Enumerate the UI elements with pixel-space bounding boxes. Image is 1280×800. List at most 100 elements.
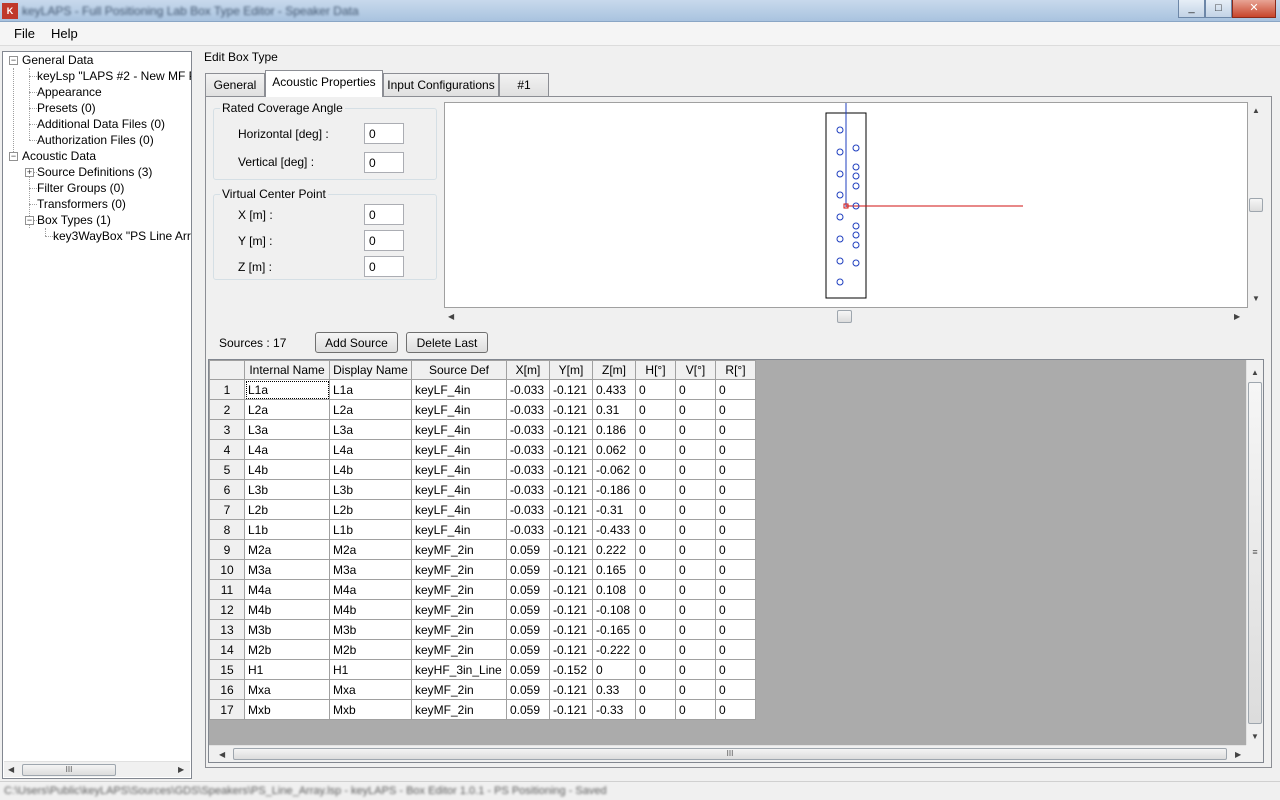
grid-cell[interactable]: keyLF_4in bbox=[411, 479, 507, 500]
scroll-left-icon[interactable]: ◀ bbox=[8, 765, 14, 774]
grid-cell[interactable]: 0 bbox=[635, 659, 676, 680]
grid-cell[interactable]: 0 bbox=[715, 579, 756, 600]
grid-cell[interactable]: 0 bbox=[675, 439, 716, 460]
grid-cell[interactable]: 0.31 bbox=[592, 399, 636, 420]
table-row[interactable]: 1 L1a L1a keyLF_4in -0.033 -0.121 0.433 0 0 0 bbox=[209, 379, 756, 400]
tab-acoustic-properties[interactable]: Acoustic Properties bbox=[265, 70, 383, 97]
grid-cell[interactable]: 0.33 bbox=[592, 679, 636, 700]
grid-cell[interactable]: 0 bbox=[715, 519, 756, 540]
tree-item-authorization-files[interactable]: Authorization Files (0) bbox=[37, 132, 154, 148]
grid-cell[interactable]: L4a bbox=[244, 439, 330, 460]
grid-cell[interactable]: L1b bbox=[244, 519, 330, 540]
row-number[interactable]: 5 bbox=[209, 459, 245, 480]
grid-cell[interactable]: keyLF_4in bbox=[411, 439, 507, 460]
grid-cell[interactable]: -0.33 bbox=[592, 699, 636, 720]
grid-cell[interactable]: 0 bbox=[675, 379, 716, 400]
scroll-thumb[interactable]: III bbox=[233, 748, 1227, 760]
grid-cell[interactable]: -0.121 bbox=[549, 639, 593, 660]
grid-cell[interactable]: M4a bbox=[244, 579, 330, 600]
table-row[interactable]: 3 L3a L3a keyLF_4in -0.033 -0.121 0.186 0 0 0 bbox=[209, 419, 756, 440]
grid-cell[interactable]: 0 bbox=[715, 559, 756, 580]
close-button[interactable]: ✕ bbox=[1232, 0, 1276, 18]
grid-cell[interactable]: L1a bbox=[329, 379, 412, 400]
grid-cell[interactable]: M2b bbox=[329, 639, 412, 660]
grid-cell[interactable]: keyLF_4in bbox=[411, 519, 507, 540]
table-row[interactable]: 13 M3b M3b keyMF_2in 0.059 -0.121 -0.165 0 0 0 bbox=[209, 619, 756, 640]
grid-cell[interactable]: 0 bbox=[675, 659, 716, 680]
grid-cell[interactable]: keyMF_2in bbox=[411, 599, 507, 620]
table-row[interactable]: 5 L4b L4b keyLF_4in -0.033 -0.121 -0.062 0 0 0 bbox=[209, 459, 756, 480]
grid-cell[interactable]: L1a bbox=[244, 379, 330, 400]
grid-cell[interactable]: 0 bbox=[635, 599, 676, 620]
row-number[interactable]: 7 bbox=[209, 499, 245, 520]
grid-cell[interactable]: 0.059 bbox=[506, 699, 550, 720]
grid-cell[interactable]: -0.121 bbox=[549, 559, 593, 580]
grid-cell[interactable]: keyLF_4in bbox=[411, 459, 507, 480]
grid-cell[interactable]: 0.059 bbox=[506, 639, 550, 660]
grid-cell[interactable]: keyLF_4in bbox=[411, 379, 507, 400]
grid-cell[interactable]: 0.059 bbox=[506, 619, 550, 640]
grid-cell[interactable]: -0.121 bbox=[549, 379, 593, 400]
tree-item-presets[interactable]: Presets (0) bbox=[37, 100, 96, 116]
grid-cell[interactable]: -0.121 bbox=[549, 679, 593, 700]
grid-cell[interactable]: 0 bbox=[675, 539, 716, 560]
grid-cell[interactable]: 0 bbox=[635, 679, 676, 700]
grid-cell[interactable]: 0 bbox=[715, 439, 756, 460]
grid-cell[interactable]: L2b bbox=[329, 499, 412, 520]
grid-cell[interactable]: 0 bbox=[635, 579, 676, 600]
grid-cell[interactable]: H1 bbox=[244, 659, 330, 680]
grid-cell[interactable]: 0 bbox=[715, 379, 756, 400]
grid-cell[interactable]: keyMF_2in bbox=[411, 639, 507, 660]
row-number[interactable]: 4 bbox=[209, 439, 245, 460]
row-number[interactable]: 10 bbox=[209, 559, 245, 580]
table-row[interactable]: 2 L2a L2a keyLF_4in -0.033 -0.121 0.31 0 0 0 bbox=[209, 399, 756, 420]
grid-cell[interactable]: M3b bbox=[244, 619, 330, 640]
row-number[interactable]: 6 bbox=[209, 479, 245, 500]
grid-cell[interactable]: 0 bbox=[675, 559, 716, 580]
grid-cell[interactable]: L1b bbox=[329, 519, 412, 540]
grid-cell[interactable]: 0 bbox=[635, 699, 676, 720]
grid-cell[interactable]: 0 bbox=[715, 479, 756, 500]
grid-cell[interactable]: -0.121 bbox=[549, 479, 593, 500]
grid-cell[interactable]: 0 bbox=[635, 379, 676, 400]
scroll-right-icon[interactable]: ▶ bbox=[178, 765, 184, 774]
grid-cell[interactable]: 0 bbox=[635, 619, 676, 640]
grid-cell[interactable]: 0.062 bbox=[592, 439, 636, 460]
column-header[interactable]: H[°] bbox=[635, 360, 676, 380]
tree-item-source-definitions[interactable]: Source Definitions (3) bbox=[37, 164, 152, 180]
grid-cell[interactable]: L3b bbox=[329, 479, 412, 500]
maximize-button[interactable]: □ bbox=[1205, 0, 1232, 18]
grid-cell[interactable]: -0.121 bbox=[549, 619, 593, 640]
column-header[interactable]: Internal Name bbox=[244, 360, 330, 380]
scroll-down-icon[interactable]: ▼ bbox=[1252, 294, 1260, 303]
grid-cell[interactable]: -0.121 bbox=[549, 519, 593, 540]
grid-cell[interactable]: -0.062 bbox=[592, 459, 636, 480]
grid-cell[interactable]: -0.121 bbox=[549, 439, 593, 460]
grid-cell[interactable]: 0 bbox=[715, 399, 756, 420]
collapse-icon[interactable]: − bbox=[25, 216, 34, 225]
grid-cell[interactable]: 0 bbox=[675, 599, 716, 620]
expand-icon[interactable]: + bbox=[25, 168, 34, 177]
grid-cell[interactable]: -0.033 bbox=[506, 439, 550, 460]
sources-grid[interactable]: Internal Name Display Name Source Def X[m] Y… bbox=[208, 359, 1264, 763]
grid-cell[interactable]: L3a bbox=[244, 419, 330, 440]
grid-cell[interactable]: -0.121 bbox=[549, 599, 593, 620]
column-header[interactable]: X[m] bbox=[506, 360, 550, 380]
app-logo-icon[interactable]: K bbox=[2, 3, 18, 19]
grid-cell[interactable]: L3b bbox=[244, 479, 330, 500]
row-number[interactable]: 12 bbox=[209, 599, 245, 620]
grid-vertical-scrollbar[interactable]: ▲ ≡ ▼ bbox=[1246, 360, 1263, 746]
grid-cell[interactable]: 0 bbox=[675, 699, 716, 720]
grid-cell[interactable]: Mxb bbox=[329, 699, 412, 720]
y-input[interactable] bbox=[364, 230, 404, 251]
grid-cell[interactable]: 0 bbox=[715, 419, 756, 440]
grid-cell[interactable]: keyMF_2in bbox=[411, 559, 507, 580]
row-number[interactable]: 1 bbox=[209, 379, 245, 400]
grid-cell[interactable]: M2b bbox=[244, 639, 330, 660]
scroll-thumb[interactable]: ≡ bbox=[1248, 382, 1262, 724]
tree-item-additional-files[interactable]: Additional Data Files (0) bbox=[37, 116, 165, 132]
scroll-left-icon[interactable]: ◀ bbox=[448, 312, 454, 321]
tree-item-key3waybox[interactable]: key3WayBox "PS Line Array" bbox=[53, 228, 191, 244]
grid-cell[interactable]: L3a bbox=[329, 419, 412, 440]
grid-cell[interactable]: 0 bbox=[715, 499, 756, 520]
